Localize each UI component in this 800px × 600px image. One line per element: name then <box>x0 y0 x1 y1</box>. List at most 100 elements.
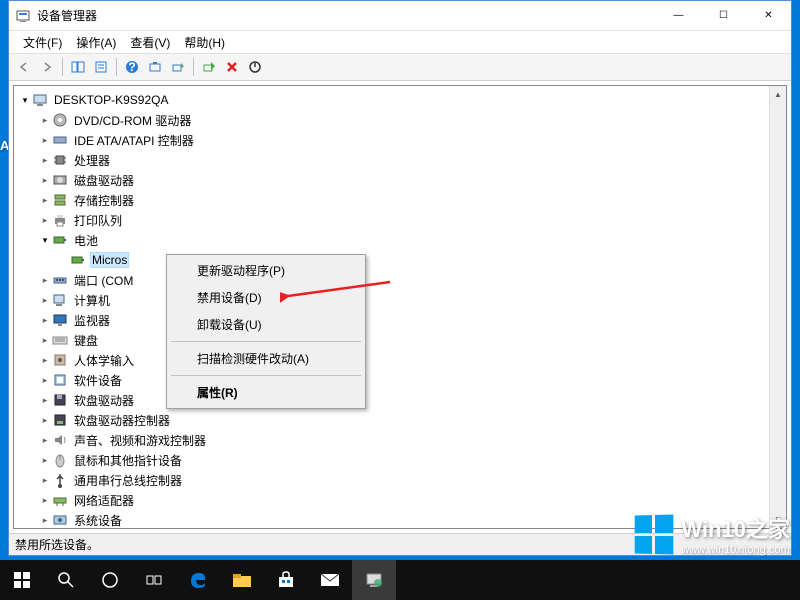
node-label: 鼠标和其他指针设备 <box>72 451 184 470</box>
expander-icon[interactable]: ▸ <box>38 473 52 487</box>
printer-icon <box>52 212 68 228</box>
mail-icon[interactable] <box>308 560 352 600</box>
menu-help[interactable]: 帮助(H) <box>178 32 231 53</box>
edge-icon[interactable] <box>176 560 220 600</box>
update-driver-button[interactable] <box>167 56 189 78</box>
expander-icon[interactable]: ▸ <box>38 133 52 147</box>
expander-icon[interactable]: ▸ <box>38 493 52 507</box>
software-icon <box>52 372 68 388</box>
tree-node[interactable]: ▾电池 <box>16 230 784 250</box>
context-menu: 更新驱动程序(P)禁用设备(D)卸载设备(U) 扫描检测硬件改动(A) 属性(R) <box>166 254 366 409</box>
menu-separator <box>171 375 361 376</box>
enable-button[interactable] <box>198 56 220 78</box>
expander-icon[interactable]: ▸ <box>38 273 52 287</box>
tree-container[interactable]: ▾DESKTOP-K9S92QA▸DVD/CD-ROM 驱动器▸IDE ATA/… <box>13 85 787 529</box>
status-text: 禁用所选设备。 <box>15 536 99 553</box>
tree-node[interactable]: ▸打印队列 <box>16 210 784 230</box>
node-label: 人体学输入 <box>72 351 136 370</box>
expander-icon[interactable]: ▸ <box>38 213 52 227</box>
expander-icon[interactable]: ▸ <box>38 113 52 127</box>
menu-view[interactable]: 查看(V) <box>124 32 176 53</box>
menu-file[interactable]: 文件(F) <box>17 32 68 53</box>
tree-node[interactable]: ▸键盘 <box>16 330 784 350</box>
file-explorer-icon[interactable] <box>220 560 264 600</box>
tree-node[interactable]: ▸DVD/CD-ROM 驱动器 <box>16 110 784 130</box>
node-label: 端口 (COM <box>72 271 135 290</box>
expander-icon[interactable]: ▸ <box>38 513 52 527</box>
expander-icon[interactable]: ▸ <box>38 353 52 367</box>
tree-node[interactable]: ▸IDE ATA/ATAPI 控制器 <box>16 130 784 150</box>
tree-node[interactable]: ▸ 声音、视频和游戏控制器 <box>16 430 784 450</box>
vertical-scrollbar[interactable]: ▲ ▼ <box>769 86 786 528</box>
hid-icon <box>52 352 68 368</box>
expander-icon[interactable]: ▾ <box>18 93 32 107</box>
node-label: 监视器 <box>72 311 112 330</box>
mouse-icon <box>52 452 68 468</box>
context-menu-item[interactable]: 扫描检测硬件改动(A) <box>169 345 363 372</box>
minimize-button[interactable]: — <box>656 1 701 30</box>
expander-icon[interactable]: ▾ <box>38 233 52 247</box>
cortana-icon[interactable] <box>88 560 132 600</box>
context-menu-item[interactable]: 更新驱动程序(P) <box>169 257 363 284</box>
tree-leaf[interactable]: Micros <box>16 250 784 270</box>
tree-node[interactable]: ▸通用串行总线控制器 <box>16 470 784 490</box>
expander-icon[interactable]: ▸ <box>38 173 52 187</box>
tree-node[interactable]: ▸ 鼠标和其他指针设备 <box>16 450 784 470</box>
context-menu-item[interactable]: 属性(R) <box>169 379 363 406</box>
tree-node[interactable]: ▸磁盘驱动器 <box>16 170 784 190</box>
forward-button[interactable] <box>36 56 58 78</box>
device-manager-taskbar-icon[interactable] <box>352 560 396 600</box>
port-icon <box>52 272 68 288</box>
expander-icon[interactable]: ▸ <box>38 393 52 407</box>
tree-node[interactable]: ▸ 监视器 <box>16 310 784 330</box>
task-view-icon[interactable] <box>132 560 176 600</box>
menu-action[interactable]: 操作(A) <box>70 32 122 53</box>
tree-node[interactable]: ▸ 端口 (COM <box>16 270 784 290</box>
context-menu-item[interactable]: 卸载设备(U) <box>169 311 363 338</box>
expander-icon[interactable]: ▸ <box>38 453 52 467</box>
tree-node[interactable]: ▸ 人体学输入 <box>16 350 784 370</box>
close-button[interactable]: ✕ <box>746 1 791 30</box>
floppy-icon <box>52 392 68 408</box>
expander-icon[interactable]: ▸ <box>38 333 52 347</box>
scan-hardware-button[interactable] <box>144 56 166 78</box>
node-label: 存储控制器 <box>72 191 136 210</box>
disk-icon <box>52 172 68 188</box>
menu-separator <box>171 341 361 342</box>
expander-icon[interactable]: ▸ <box>38 433 52 447</box>
titlebar[interactable]: 设备管理器 — ☐ ✕ <box>9 1 791 31</box>
expander-icon[interactable]: ▸ <box>38 313 52 327</box>
show-hide-tree-button[interactable] <box>67 56 89 78</box>
svg-text:?: ? <box>128 60 135 74</box>
expander-icon[interactable]: ▸ <box>38 153 52 167</box>
properties-button[interactable] <box>90 56 112 78</box>
help-button[interactable]: ? <box>121 56 143 78</box>
expander-icon[interactable]: ▸ <box>38 413 52 427</box>
tree-node[interactable]: ▸计算机 <box>16 290 784 310</box>
tree-root[interactable]: ▾DESKTOP-K9S92QA <box>16 90 784 110</box>
tree-node[interactable]: ▸软盘驱动器 <box>16 390 784 410</box>
tree-node[interactable]: ▸处理器 <box>16 150 784 170</box>
battery-icon <box>52 232 68 248</box>
tree-node[interactable]: ▸ 存储控制器 <box>16 190 784 210</box>
scroll-up-button[interactable]: ▲ <box>770 86 786 103</box>
tree-node[interactable]: ▸网络适配器 <box>16 490 784 510</box>
store-icon[interactable] <box>264 560 308 600</box>
device-manager-window: 设备管理器 — ☐ ✕ 文件(F) 操作(A) 查看(V) 帮助(H) ? ▾D… <box>8 0 792 556</box>
disable-button[interactable] <box>244 56 266 78</box>
start-button[interactable] <box>0 560 44 600</box>
ide-icon <box>52 132 68 148</box>
tree-node[interactable]: ▸软件设备 <box>16 370 784 390</box>
back-button[interactable] <box>13 56 35 78</box>
tree-node[interactable]: ▸软盘驱动器控制器 <box>16 410 784 430</box>
uninstall-button[interactable] <box>221 56 243 78</box>
context-menu-item[interactable]: 禁用设备(D) <box>169 284 363 311</box>
search-icon[interactable] <box>44 560 88 600</box>
expander-icon[interactable]: ▸ <box>38 193 52 207</box>
expander-icon[interactable]: ▸ <box>38 293 52 307</box>
maximize-button[interactable]: ☐ <box>701 1 746 30</box>
expander-icon[interactable]: ▸ <box>38 373 52 387</box>
watermark-brand: Win10之家 <box>681 512 790 544</box>
node-label: 声音、视频和游戏控制器 <box>72 431 208 450</box>
taskbar[interactable] <box>0 560 800 600</box>
